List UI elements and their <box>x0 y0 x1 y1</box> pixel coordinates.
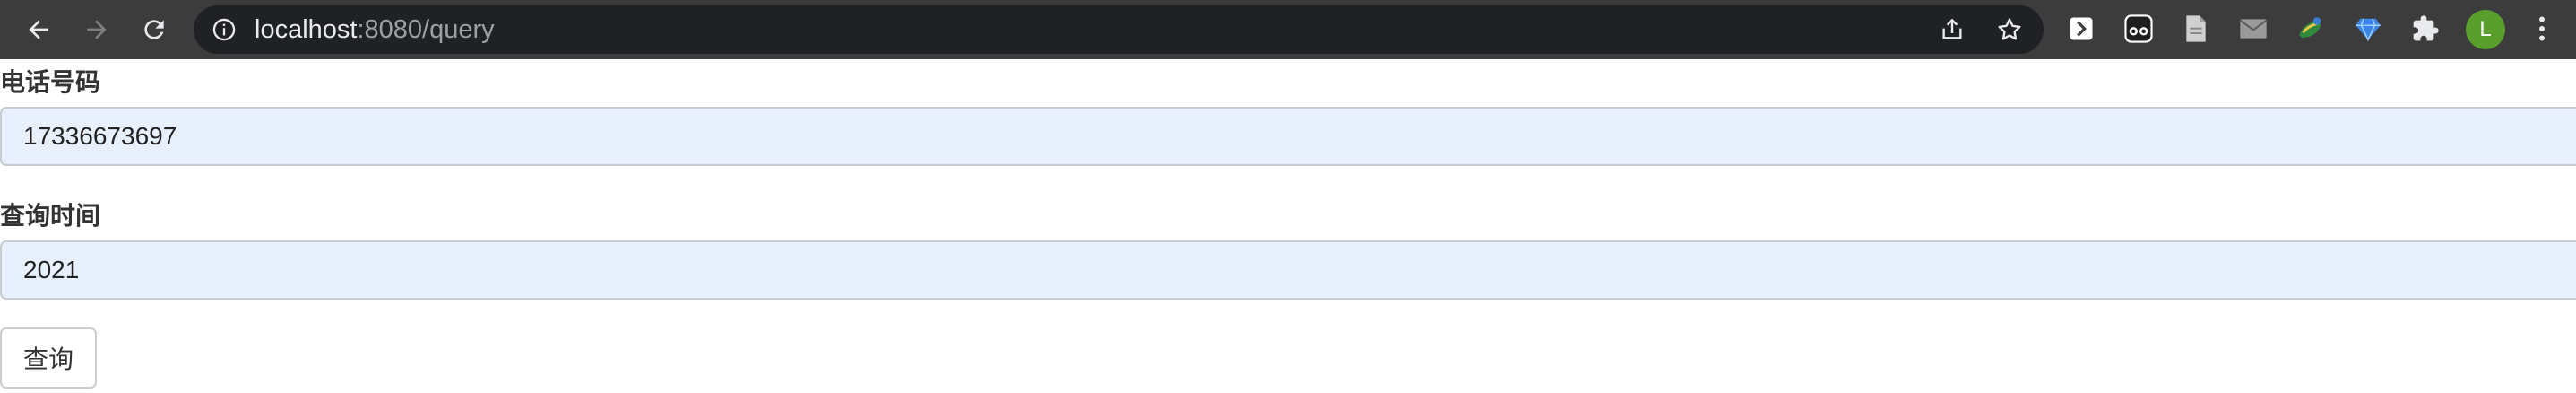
phone-input[interactable] <box>0 107 2576 166</box>
painting-extension-icon[interactable] <box>2295 13 2327 45</box>
query-form: 电话号码 查询时间 查询 <box>0 59 2576 393</box>
bookmark-star-icon[interactable] <box>1995 15 2024 44</box>
puzzle-extensions-icon[interactable] <box>2409 13 2442 45</box>
gem-extension-icon[interactable] <box>2352 13 2384 45</box>
url-path: :8080/query <box>357 15 495 44</box>
url-text[interactable]: localhost:8080/query <box>255 5 495 54</box>
share-icon[interactable] <box>1938 15 1967 44</box>
mail-extension-icon[interactable] <box>2237 13 2269 45</box>
back-button[interactable] <box>19 10 58 49</box>
address-bar[interactable]: localhost:8080/query <box>194 5 2044 54</box>
arrow-left-icon <box>29 20 48 39</box>
browser-toolbar: localhost:8080/query L <box>0 0 2576 59</box>
kebab-menu-icon[interactable] <box>2526 13 2558 45</box>
reload-icon <box>144 20 164 39</box>
document-extension-icon[interactable] <box>2180 13 2212 45</box>
url-host: localhost <box>255 15 358 44</box>
phone-label: 电话号码 <box>0 68 101 96</box>
reload-button[interactable] <box>134 10 174 49</box>
query-time-input[interactable] <box>0 240 2576 300</box>
profile-avatar[interactable]: L <box>2466 10 2505 49</box>
glasses-extension-icon[interactable] <box>2122 13 2155 45</box>
tab-switch-extension-icon[interactable] <box>2065 13 2097 45</box>
query-time-label: 查询时间 <box>0 202 101 230</box>
forward-button[interactable] <box>77 10 117 49</box>
info-icon[interactable] <box>212 17 237 42</box>
query-button[interactable]: 查询 <box>0 328 97 389</box>
arrow-right-icon <box>87 20 107 39</box>
